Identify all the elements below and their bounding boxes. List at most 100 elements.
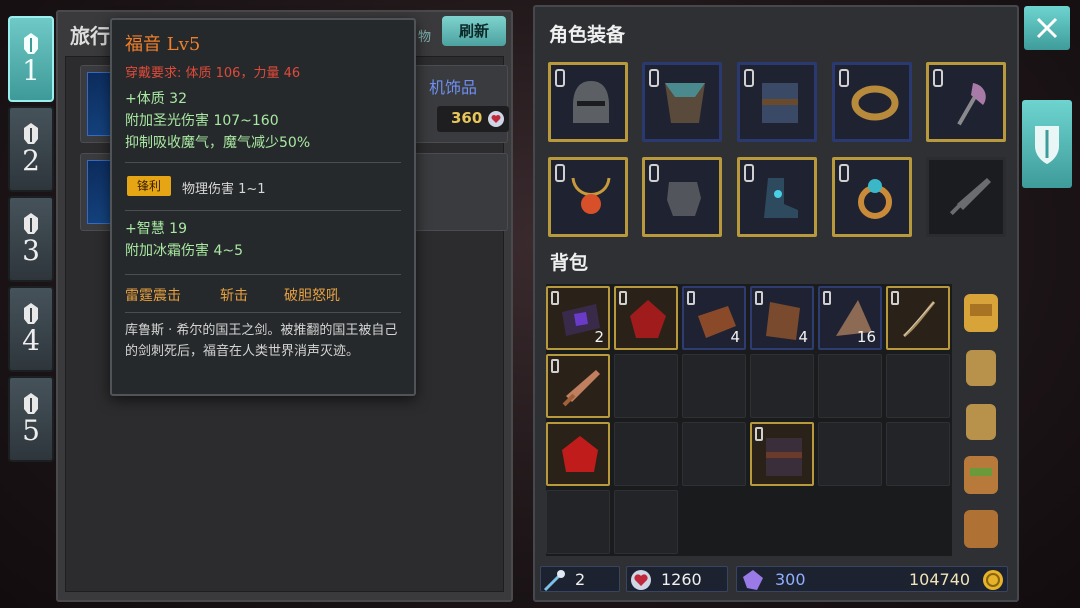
helmet-icon <box>24 303 38 324</box>
bag-item[interactable] <box>614 286 678 350</box>
equipment-title: 角色装备 <box>549 24 626 46</box>
price-box: 360 <box>437 106 509 132</box>
bag-cell-empty[interactable] <box>818 354 882 418</box>
gloves-slot[interactable] <box>642 157 722 237</box>
bag-item[interactable] <box>546 422 610 486</box>
axe-slot[interactable] <box>926 62 1006 142</box>
armor-item-icon <box>766 438 802 476</box>
close-icon <box>1036 17 1058 39</box>
skill-3: 破胆怒吼 <box>284 288 340 304</box>
bag-cell-empty[interactable] <box>750 354 814 418</box>
armor-icon <box>762 83 798 123</box>
equipment-tab[interactable] <box>1022 100 1072 188</box>
item-count: 4 <box>730 328 740 346</box>
sword-item-icon <box>562 370 600 407</box>
currency-bar: 300 104740 <box>736 566 1008 592</box>
divider <box>125 312 401 313</box>
hero-tab-number: 3 <box>22 234 40 267</box>
bag-item[interactable]: 2 <box>546 286 610 350</box>
bag-cell-empty[interactable] <box>682 354 746 418</box>
lock-icon <box>744 164 754 182</box>
hero-tab-number: 1 <box>22 54 40 87</box>
crystal-icon <box>743 570 763 590</box>
divider <box>125 162 401 163</box>
helmet-slot[interactable] <box>548 62 628 142</box>
heart-gem-icon <box>631 570 651 590</box>
ring-slot[interactable] <box>832 157 912 237</box>
bag-cell-empty[interactable] <box>886 422 950 486</box>
wand-resource: 2 <box>540 566 620 592</box>
hero-tab-4[interactable]: 4 <box>8 286 54 372</box>
item-stat: 附加圣光伤害 107~160 <box>125 113 279 129</box>
ring-icon <box>858 179 892 219</box>
close-button[interactable] <box>1024 6 1070 50</box>
hero-tab-1[interactable]: 1 <box>8 16 54 102</box>
bag-cell-empty[interactable] <box>682 422 746 486</box>
item-count: 4 <box>798 328 808 346</box>
item-count: 2 <box>594 328 604 346</box>
bag-cell-empty[interactable] <box>818 422 882 486</box>
item-tooltip: 福音 Lv5 穿戴要求: 体质 106，力量 46 +体质 32 附加圣光伤害 … <box>110 18 416 396</box>
bag-item[interactable] <box>886 286 950 350</box>
lock-icon <box>555 69 565 87</box>
bag-item[interactable]: 4 <box>682 286 746 350</box>
item-stat: 抑制吸收魔气，魔气减少50% <box>125 135 311 151</box>
hero-tab-5[interactable]: 5 <box>8 376 54 462</box>
gem-resource: 1260 <box>626 566 728 592</box>
hero-tab-2[interactable]: 2 <box>8 106 54 192</box>
lock-icon <box>649 164 659 182</box>
necklace-slot[interactable] <box>548 157 628 237</box>
backpack-tab-1[interactable] <box>956 286 1006 336</box>
red-crystal-icon <box>630 300 666 338</box>
item-requirement: 穿戴要求: 体质 106，力量 46 <box>125 66 301 81</box>
lock-icon <box>744 69 754 87</box>
lock-icon <box>555 164 565 182</box>
bag-cell-empty[interactable] <box>886 354 950 418</box>
refresh-button[interactable]: 刷新 <box>442 16 506 46</box>
gem-count: 1260 <box>661 570 702 589</box>
backpack-tab-5[interactable] <box>956 502 1006 552</box>
hero-tab-number: 2 <box>22 144 40 177</box>
belt-slot[interactable] <box>832 62 912 142</box>
hero-tab-number: 5 <box>22 414 40 447</box>
physical-damage: 物理伤害 1~1 <box>182 182 266 197</box>
helmet-icon <box>24 33 38 54</box>
wand-count: 2 <box>575 570 586 589</box>
bag-item[interactable]: 4 <box>750 286 814 350</box>
item-name: 福音 Lv5 <box>125 34 201 55</box>
bag-cell-empty[interactable] <box>546 490 610 554</box>
boots-slot[interactable] <box>737 157 817 237</box>
bag-item[interactable]: 16 <box>818 286 882 350</box>
gloves-icon <box>667 182 701 216</box>
skill-2: 斩击 <box>220 288 248 304</box>
sword-icon <box>949 178 991 216</box>
lock-icon <box>933 69 943 87</box>
item-description: 库鲁斯 · 希尔的国王之剑。被推翻的国王被自己的剑刺死后，福音在人类世界消声灭迹… <box>125 323 398 359</box>
bag-item[interactable] <box>750 422 814 486</box>
necklace-icon <box>571 177 611 214</box>
bag-cell-empty[interactable] <box>614 490 678 554</box>
backpack-tab-2[interactable] <box>956 340 1006 390</box>
bag-grid: 2 4 4 16 <box>546 284 952 556</box>
divider <box>125 210 401 211</box>
hero-tab-3[interactable]: 3 <box>8 196 54 282</box>
price-value: 360 <box>451 109 483 127</box>
cloak-slot[interactable] <box>642 62 722 142</box>
backpack-tab-4[interactable] <box>956 448 1006 498</box>
lock-icon <box>649 69 659 87</box>
backpack-tab-3[interactable] <box>956 394 1006 444</box>
weapon-slot[interactable] <box>926 157 1006 237</box>
bag-item[interactable] <box>546 354 610 418</box>
bow-icon <box>903 301 936 338</box>
magic-wand-icon <box>543 570 565 592</box>
bag-cell-empty[interactable] <box>614 422 678 486</box>
item-count: 16 <box>856 328 876 346</box>
item-stat: +体质 32 <box>125 91 187 107</box>
armor-slot[interactable] <box>737 62 817 142</box>
belt-icon <box>851 85 899 121</box>
helmet-icon <box>24 393 38 414</box>
crystal-count: 300 <box>775 570 806 589</box>
axe-icon <box>957 83 986 126</box>
heart-gem-icon <box>488 111 504 127</box>
bag-cell-empty[interactable] <box>614 354 678 418</box>
